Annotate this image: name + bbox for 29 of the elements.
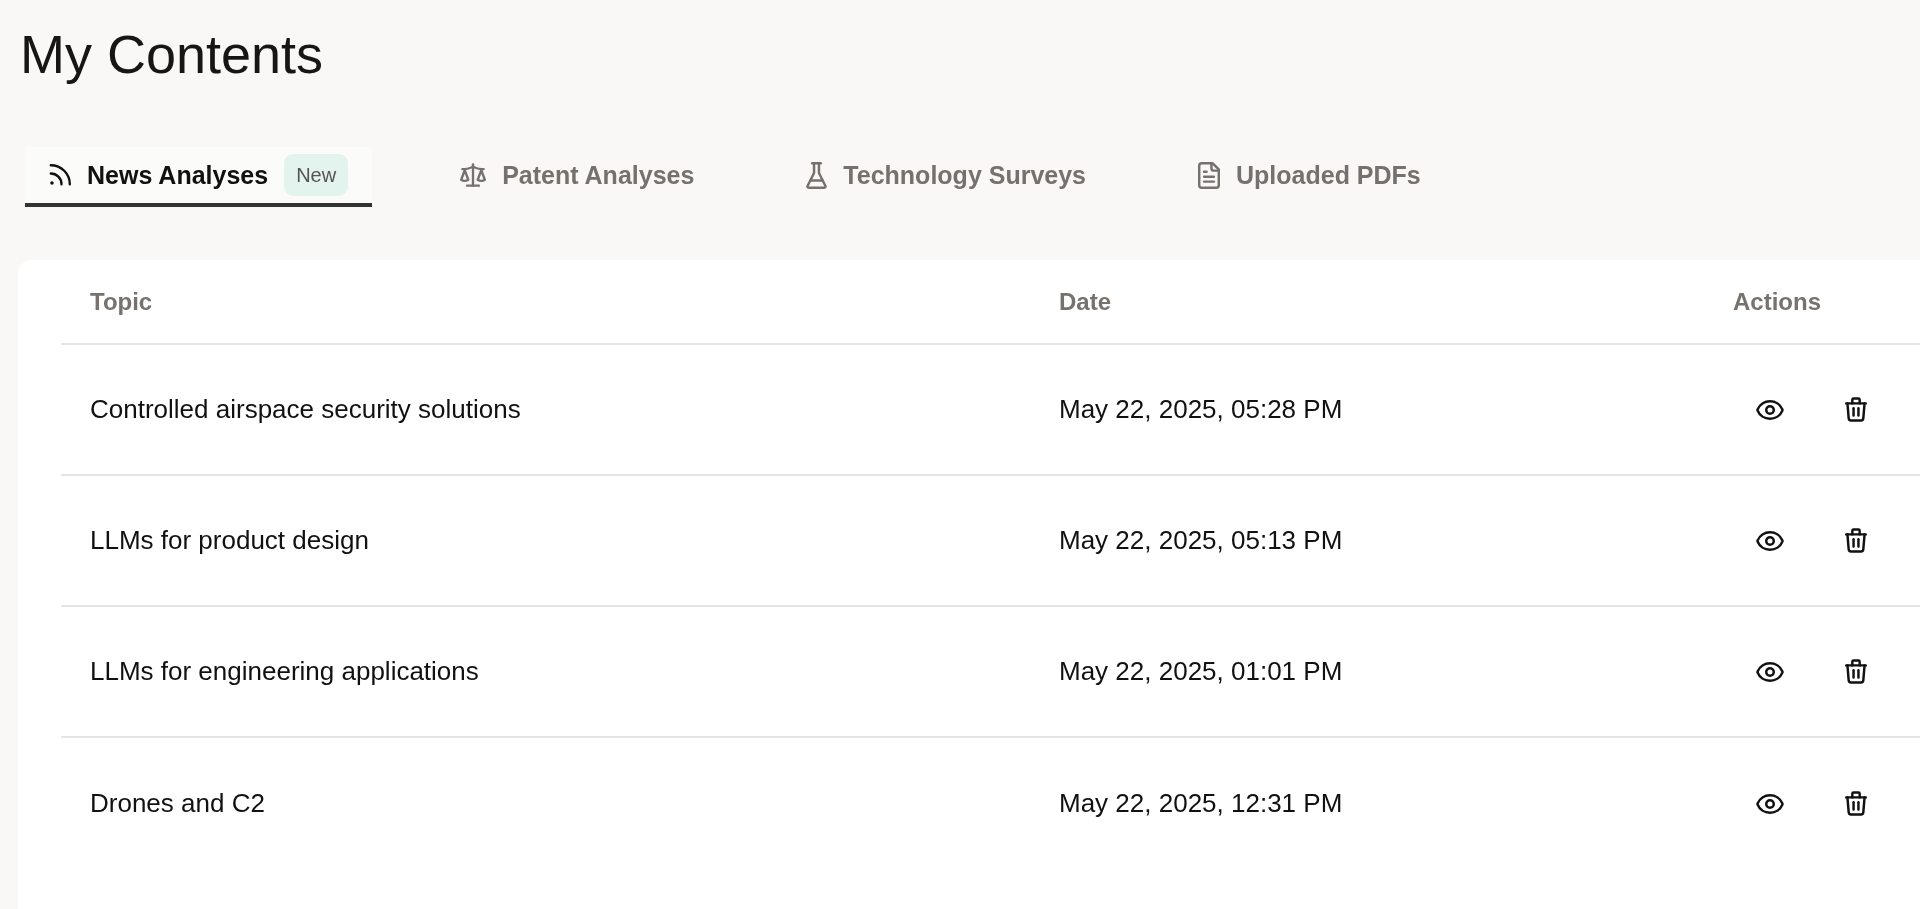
column-header: Actions xyxy=(1733,287,1821,316)
eye-icon[interactable] xyxy=(1756,399,1784,420)
trash-icon[interactable] xyxy=(1845,791,1867,816)
column-header: Date xyxy=(1059,287,1112,316)
table-cell: May 22, 2025, 01:01 PM xyxy=(1059,656,1343,687)
flask-icon xyxy=(806,161,828,189)
eye-icon[interactable] xyxy=(1756,793,1784,814)
table-cell: May 22, 2025, 12:31 PM xyxy=(1059,788,1343,819)
page-title: My Contents xyxy=(20,23,324,86)
column-header: Topic xyxy=(90,287,153,316)
table-cell: Controlled airspace security solutions xyxy=(90,394,521,425)
tab[interactable]: Patent Analyses xyxy=(436,147,719,207)
eye-icon[interactable] xyxy=(1756,530,1784,551)
table-cell: Drones and C2 xyxy=(90,788,265,819)
balance-scale-icon xyxy=(460,163,487,187)
rss-icon xyxy=(49,164,71,186)
table-cell: May 22, 2025, 05:13 PM xyxy=(1059,525,1343,556)
table-cell: LLMs for product design xyxy=(90,525,369,556)
trash-icon[interactable] xyxy=(1845,528,1867,553)
tab[interactable]: Uploaded PDFs xyxy=(1174,147,1445,207)
trash-icon[interactable] xyxy=(1845,397,1867,422)
new-badge: New xyxy=(284,154,349,196)
tab[interactable]: News Analyses New xyxy=(25,147,373,207)
table-cell: LLMs for engineering applications xyxy=(90,656,479,687)
table-cell: May 22, 2025, 05:28 PM xyxy=(1059,394,1343,425)
trash-icon[interactable] xyxy=(1845,659,1867,684)
tab[interactable]: Technology Surveys xyxy=(782,147,1111,207)
document-icon xyxy=(1198,161,1221,189)
eye-icon[interactable] xyxy=(1756,661,1784,682)
